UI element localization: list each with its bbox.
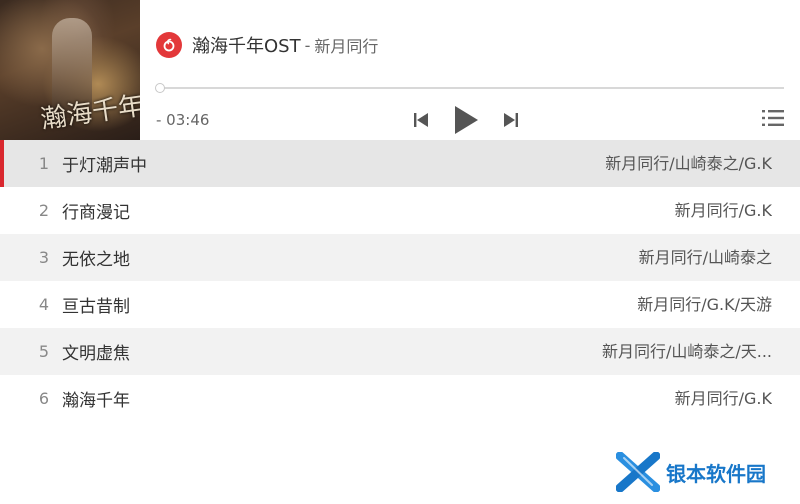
playlist-row[interactable]: 6 瀚海千年 新月同行/G.K [0,375,800,422]
progress-bar[interactable] [155,83,784,93]
track-artists: 新月同行/山崎泰之/G.K [605,154,772,173]
playlist-row[interactable]: 1 于灯潮声中 新月同行/山崎泰之/G.K [0,140,800,187]
track-number: 2 [38,201,50,220]
next-icon [504,113,518,127]
track-name: 于灯潮声中 [62,156,147,176]
track-artists: 新月同行/G.K [674,389,772,408]
title-separator: - [304,35,311,55]
track-name: 行商漫记 [62,203,130,223]
playlist-row[interactable]: 2 行商漫记 新月同行/G.K [0,187,800,234]
track-name: 瀚海千年 [62,391,130,411]
track-header: 瀚海千年OST - 新月同行 [156,30,378,60]
time-display: - 03:46 [156,111,210,129]
now-playing-indicator [0,140,4,187]
play-icon [455,106,478,134]
playlist-row[interactable]: 4 亘古昔制 新月同行/G.K/天游 [0,281,800,328]
playlist-row[interactable]: 3 无依之地 新月同行/山崎泰之 [0,234,800,281]
track-number: 3 [38,248,50,267]
playlist: 1 于灯潮声中 新月同行/山崎泰之/G.K 2 行商漫记 新月同行/G.K 3 … [0,140,800,422]
track-name: 无依之地 [62,250,130,270]
site-watermark: 银本软件园 [615,451,766,493]
album-cover[interactable]: 瀚海千年 [0,0,140,140]
play-button[interactable] [448,102,484,138]
playlist-icon [762,110,784,126]
previous-icon [414,113,428,127]
watermark-x-icon [615,451,661,493]
track-name: 亘古昔制 [62,297,130,317]
track-artists: 新月同行/山崎泰之/天... [601,342,772,361]
track-number: 1 [38,154,50,173]
track-artist[interactable]: 新月同行 [314,33,378,57]
progress-track[interactable] [156,87,784,89]
playlist-toggle-button[interactable] [762,109,784,131]
netease-cloud-music-icon [156,32,182,58]
track-artists: 新月同行/G.K [674,201,772,220]
playback-controls [410,102,522,138]
previous-button[interactable] [410,102,432,138]
track-title: 瀚海千年OST [192,36,301,57]
track-artists: 新月同行/G.K/天游 [637,295,772,314]
playlist-row[interactable]: 5 文明虚焦 新月同行/山崎泰之/天... [0,328,800,375]
progress-knob[interactable] [155,83,165,93]
track-number: 4 [38,295,50,314]
next-button[interactable] [500,102,522,138]
track-name: 文明虚焦 [62,344,130,364]
watermark-text: 银本软件园 [666,461,766,486]
track-number: 5 [38,342,50,361]
track-number: 6 [38,389,50,408]
track-artists: 新月同行/山崎泰之 [638,248,772,267]
